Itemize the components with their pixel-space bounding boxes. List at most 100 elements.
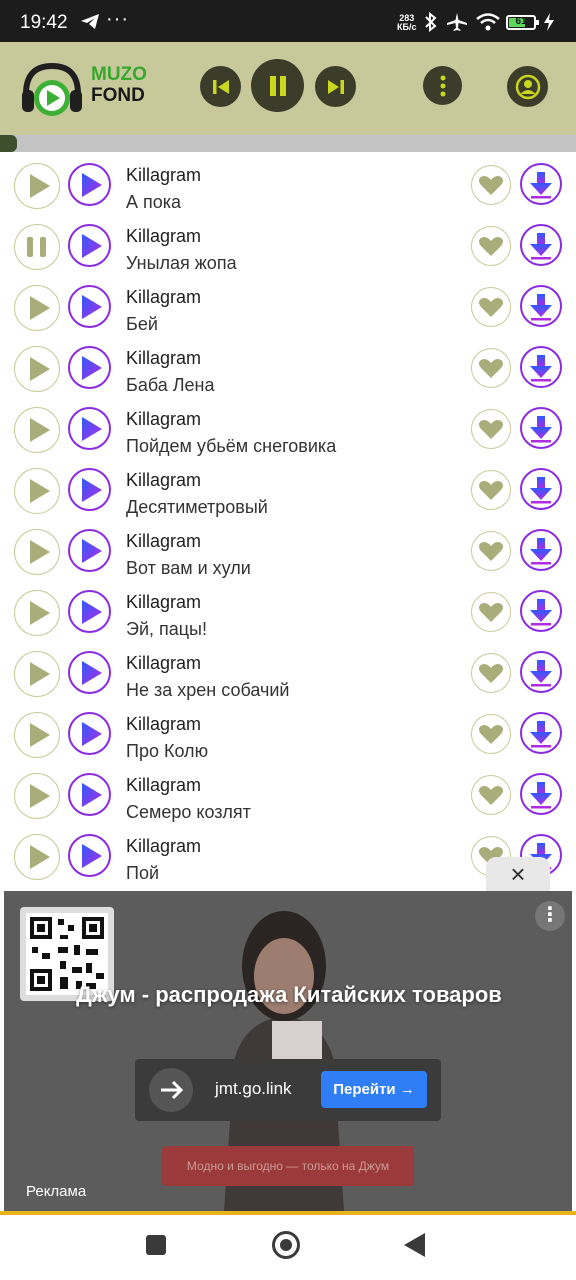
download-icon — [530, 782, 552, 809]
track-title: Эй, пацы! — [126, 619, 207, 639]
track-artist: Killagram — [126, 714, 202, 734]
download-icon — [530, 599, 552, 626]
download-button[interactable] — [520, 529, 562, 571]
playback-progress[interactable] — [0, 135, 576, 152]
ad-go-button[interactable]: Перейти → — [321, 1071, 427, 1108]
like-button[interactable] — [471, 531, 511, 571]
download-button[interactable] — [520, 224, 562, 266]
ad-close-button[interactable]: × — [486, 857, 550, 891]
like-button[interactable] — [471, 775, 511, 815]
play-button[interactable] — [14, 590, 60, 636]
download-button[interactable] — [520, 407, 562, 449]
like-button[interactable] — [471, 409, 511, 449]
ad-secondary-button[interactable]: Модно и выгодно — только на Джум — [162, 1146, 414, 1186]
download-icon — [530, 233, 552, 260]
ad-link-bar[interactable]: jmt.go.link Перейти → — [135, 1059, 441, 1121]
track-artist: Killagram — [126, 287, 202, 307]
preview-play-icon — [82, 539, 102, 563]
like-button[interactable] — [471, 592, 511, 632]
preview-button[interactable] — [68, 834, 111, 877]
pause-button[interactable] — [14, 224, 60, 270]
preview-button[interactable] — [68, 346, 111, 389]
more-vertical-icon — [440, 75, 445, 96]
preview-button[interactable] — [68, 651, 111, 694]
play-button[interactable] — [14, 285, 60, 331]
download-button[interactable] — [520, 468, 562, 510]
download-button[interactable] — [520, 773, 562, 815]
download-button[interactable] — [520, 346, 562, 388]
previous-track-button[interactable] — [200, 66, 241, 107]
heart-icon — [479, 786, 503, 805]
download-button[interactable] — [520, 590, 562, 632]
play-button[interactable] — [14, 407, 60, 453]
like-button[interactable] — [471, 287, 511, 327]
like-button[interactable] — [471, 653, 511, 693]
play-button[interactable] — [14, 346, 60, 392]
track-row: Killagram Бей — [0, 274, 576, 335]
status-time: 19:42 — [20, 12, 68, 33]
play-icon — [30, 662, 50, 686]
heart-icon — [479, 542, 503, 561]
account-button[interactable] — [507, 66, 548, 107]
download-button[interactable] — [520, 163, 562, 205]
play-button[interactable] — [14, 529, 60, 575]
preview-button[interactable] — [68, 529, 111, 572]
heart-icon — [479, 298, 503, 317]
play-icon — [30, 540, 50, 564]
preview-button[interactable] — [68, 590, 111, 633]
preview-play-icon — [82, 722, 102, 746]
more-notifications-icon: ··· — [106, 8, 129, 30]
track-title: Про Колю — [126, 741, 209, 761]
track-title: Пойдем убьём снеговика — [126, 436, 337, 456]
preview-play-icon — [82, 234, 102, 258]
next-track-button[interactable] — [315, 66, 356, 107]
menu-button[interactable] — [423, 66, 462, 105]
play-button[interactable] — [14, 651, 60, 697]
back-button[interactable] — [404, 1233, 425, 1257]
preview-button[interactable] — [68, 407, 111, 450]
preview-button[interactable] — [68, 163, 111, 206]
preview-button[interactable] — [68, 712, 111, 755]
pause-button[interactable] — [251, 59, 304, 112]
recents-button[interactable] — [146, 1235, 166, 1255]
track-row: Killagram А пока — [0, 152, 576, 213]
preview-play-icon — [82, 417, 102, 441]
like-button[interactable] — [471, 226, 511, 266]
heart-icon — [479, 481, 503, 500]
like-button[interactable] — [471, 165, 511, 205]
preview-button[interactable] — [68, 468, 111, 511]
download-button[interactable] — [520, 285, 562, 327]
skip-next-icon — [327, 79, 344, 94]
preview-play-icon — [82, 356, 102, 380]
track-row: Killagram Пойдем убьём снеговика — [0, 396, 576, 457]
ad-options-button[interactable]: ⋮ — [535, 901, 565, 931]
download-button[interactable] — [520, 712, 562, 754]
play-icon — [30, 296, 50, 320]
preview-button[interactable] — [68, 224, 111, 267]
download-button[interactable] — [520, 651, 562, 693]
track-title: Пой — [126, 863, 160, 883]
download-icon — [530, 477, 552, 504]
play-icon — [30, 601, 50, 625]
charging-icon — [544, 13, 554, 31]
play-icon — [30, 784, 50, 808]
preview-button[interactable] — [68, 285, 111, 328]
track-row: Killagram Про Колю — [0, 701, 576, 762]
play-button[interactable] — [14, 163, 60, 209]
telegram-icon — [81, 14, 99, 29]
ad-banner[interactable]: ⋮ Джум - распродажа Китайских товаров jm… — [4, 891, 572, 1211]
play-button[interactable] — [14, 468, 60, 514]
play-button[interactable] — [14, 712, 60, 758]
ad-headline: Джум - распродажа Китайских товаров — [76, 982, 502, 1007]
home-button[interactable] — [272, 1231, 300, 1259]
track-title: Унылая жопа — [126, 253, 237, 273]
play-button[interactable] — [14, 834, 60, 880]
track-row: Killagram Десятиметровый — [0, 457, 576, 518]
preview-button[interactable] — [68, 773, 111, 816]
like-button[interactable] — [471, 714, 511, 754]
like-button[interactable] — [471, 348, 511, 388]
bluetooth-icon — [425, 12, 437, 32]
track-row: Killagram Унылая жопа — [0, 213, 576, 274]
like-button[interactable] — [471, 470, 511, 510]
play-button[interactable] — [14, 773, 60, 819]
